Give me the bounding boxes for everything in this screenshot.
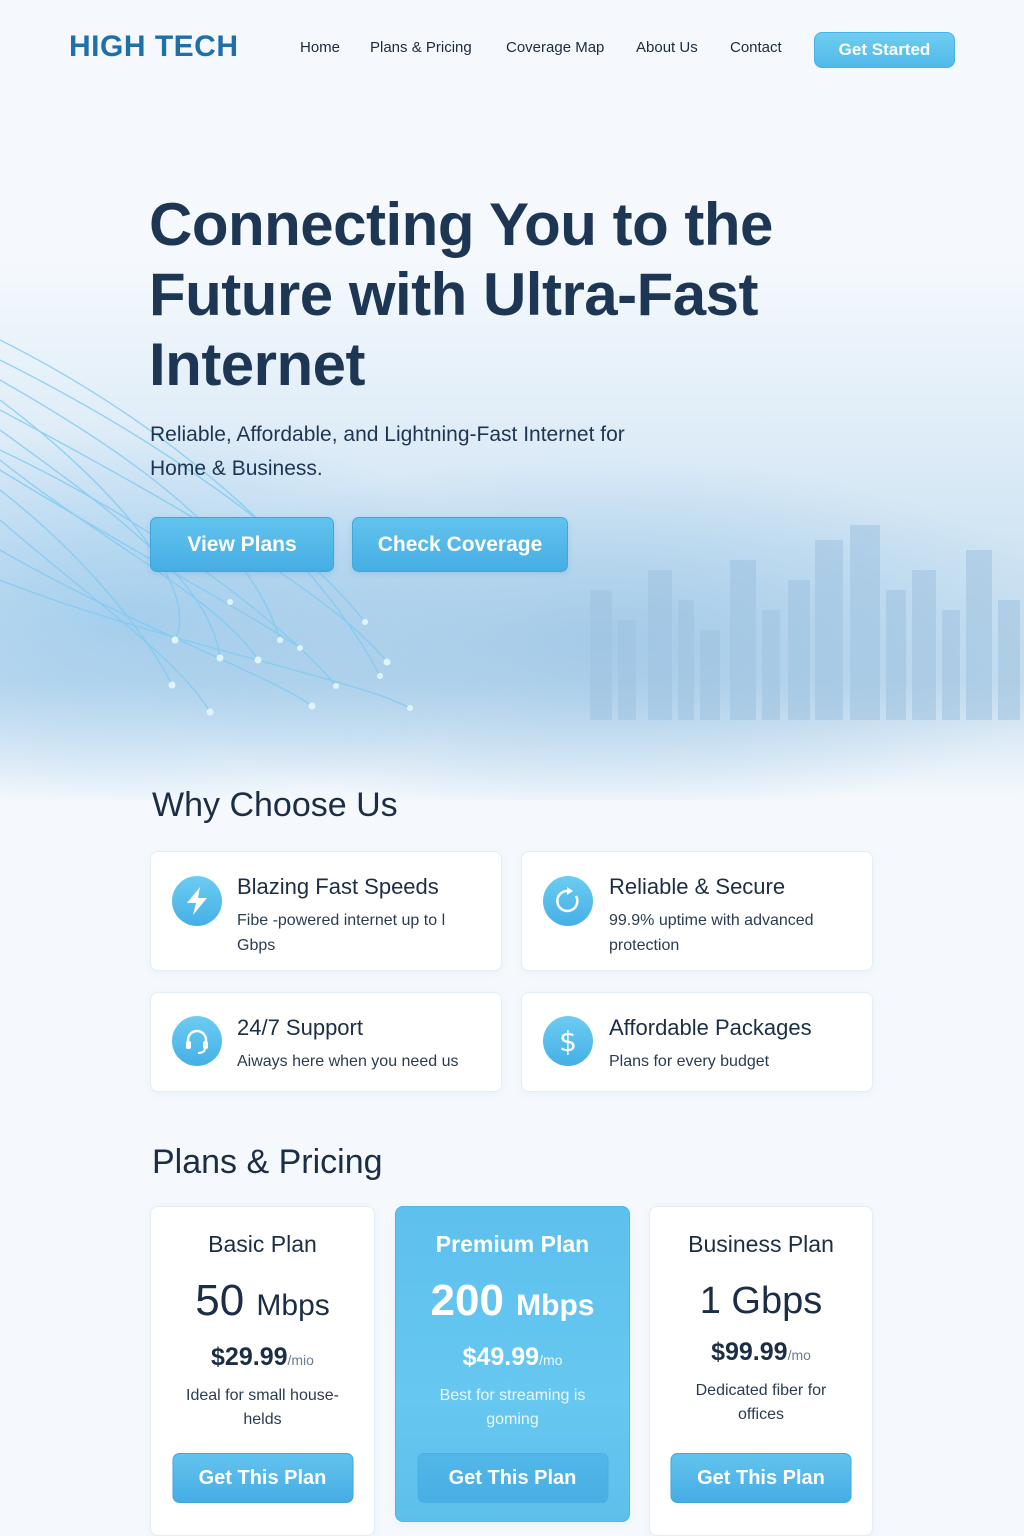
plan-name: Business Plan (688, 1231, 834, 1257)
plan-price: $99.99/mo (650, 1338, 872, 1367)
feature-title: Blazing Fast Speeds (237, 874, 439, 899)
plan-price-period: /mo (539, 1352, 563, 1368)
plan-price-value: $49.99 (462, 1343, 540, 1371)
feature-title: Affordable Packages (609, 1015, 812, 1040)
nav-link-home[interactable]: Home (300, 39, 340, 56)
plan-price: $29.99/mio (151, 1343, 374, 1372)
plan-price: $49.99/mo (396, 1343, 629, 1372)
plan-price-period: /mio (287, 1352, 314, 1368)
refresh-icon (543, 876, 593, 926)
plan-name: Premium Plan (435, 1231, 590, 1257)
plans-pricing-title: Plans & Pricing (152, 1143, 383, 1181)
why-choose-us-title: Why Choose Us (152, 786, 398, 824)
feature-description: 99.9% uptime with advanced protection (609, 912, 814, 954)
nav-link-coverage-map[interactable]: Coverage Map (506, 39, 604, 56)
plan-card-basic: Basic Plan 50 Mbps $29.99/mio Ideal for … (150, 1206, 375, 1536)
plan-price-period: /mo (787, 1347, 811, 1363)
feature-card-speed: Blazing Fast Speeds Fibe -powered intern… (150, 851, 502, 971)
plan-card-business: Business Plan 1 Gbps $99.99/mo Dedicated… (649, 1206, 873, 1536)
plan-description: Ideal for small house-helds (186, 1387, 339, 1428)
get-this-plan-button[interactable]: Get This Plan (417, 1453, 608, 1503)
get-this-plan-button[interactable]: Get This Plan (670, 1453, 852, 1503)
feature-title: 24/7 Support (237, 1015, 363, 1040)
plan-speed-value: 200 (430, 1276, 504, 1325)
check-coverage-button[interactable]: Check Coverage (352, 517, 568, 572)
plan-speed: 50 Mbps (151, 1276, 374, 1331)
hero-title: Connecting You to the Future with Ultra-… (149, 191, 773, 398)
get-started-button[interactable]: Get Started (814, 32, 955, 68)
nav-link-about-us[interactable]: About Us (636, 39, 698, 56)
headset-icon (172, 1016, 222, 1066)
feature-description: Fibe -powered internet up to l Gbps (237, 912, 446, 954)
plan-card-premium: Premium Plan 200 Mbps $49.99/mo Best for… (395, 1206, 630, 1522)
plan-price-value: $29.99 (211, 1343, 288, 1371)
plan-speed-value: 50 (195, 1276, 245, 1325)
plan-speed-unit: Mbps (516, 1289, 595, 1322)
plan-speed-value: 1 Gbps (699, 1280, 823, 1322)
get-this-plan-button[interactable]: Get This Plan (172, 1453, 353, 1503)
feature-description: Aiways here when you need us (237, 1053, 459, 1070)
nav-link-plans-pricing[interactable]: Plans & Pricing (370, 39, 472, 56)
feature-card-reliability: Reliable & Secure 99.9% uptime with adva… (521, 851, 873, 971)
hero-subtitle: Reliable, Affordable, and Lightning-Fast… (150, 423, 625, 480)
city-skyline-image (590, 525, 1020, 720)
nav-link-contact[interactable]: Contact (730, 39, 782, 56)
plan-description: Dedicated fiber for offices (695, 1382, 827, 1423)
feature-title: Reliable & Secure (609, 874, 786, 899)
top-navigation: HIGH TECH Home Plans & Pricing Coverage … (0, 0, 1024, 100)
feature-card-affordable: $ Affordable Packages Plans for every bu… (521, 992, 873, 1092)
view-plans-button[interactable]: View Plans (150, 517, 334, 572)
plan-speed: 1 Gbps (650, 1276, 872, 1326)
plan-price-value: $99.99 (711, 1338, 788, 1366)
plan-speed-unit: Mbps (256, 1289, 330, 1322)
dollar-icon: $ (543, 1016, 593, 1066)
plan-description: Best for streaming is goming (439, 1387, 586, 1428)
lightning-icon (172, 876, 222, 926)
plan-name: Basic Plan (208, 1231, 317, 1257)
plan-speed: 200 Mbps (396, 1276, 629, 1331)
feature-card-support: 24/7 Support Aiways here when you need u… (150, 992, 502, 1092)
feature-description: Plans for every budget (609, 1053, 770, 1070)
